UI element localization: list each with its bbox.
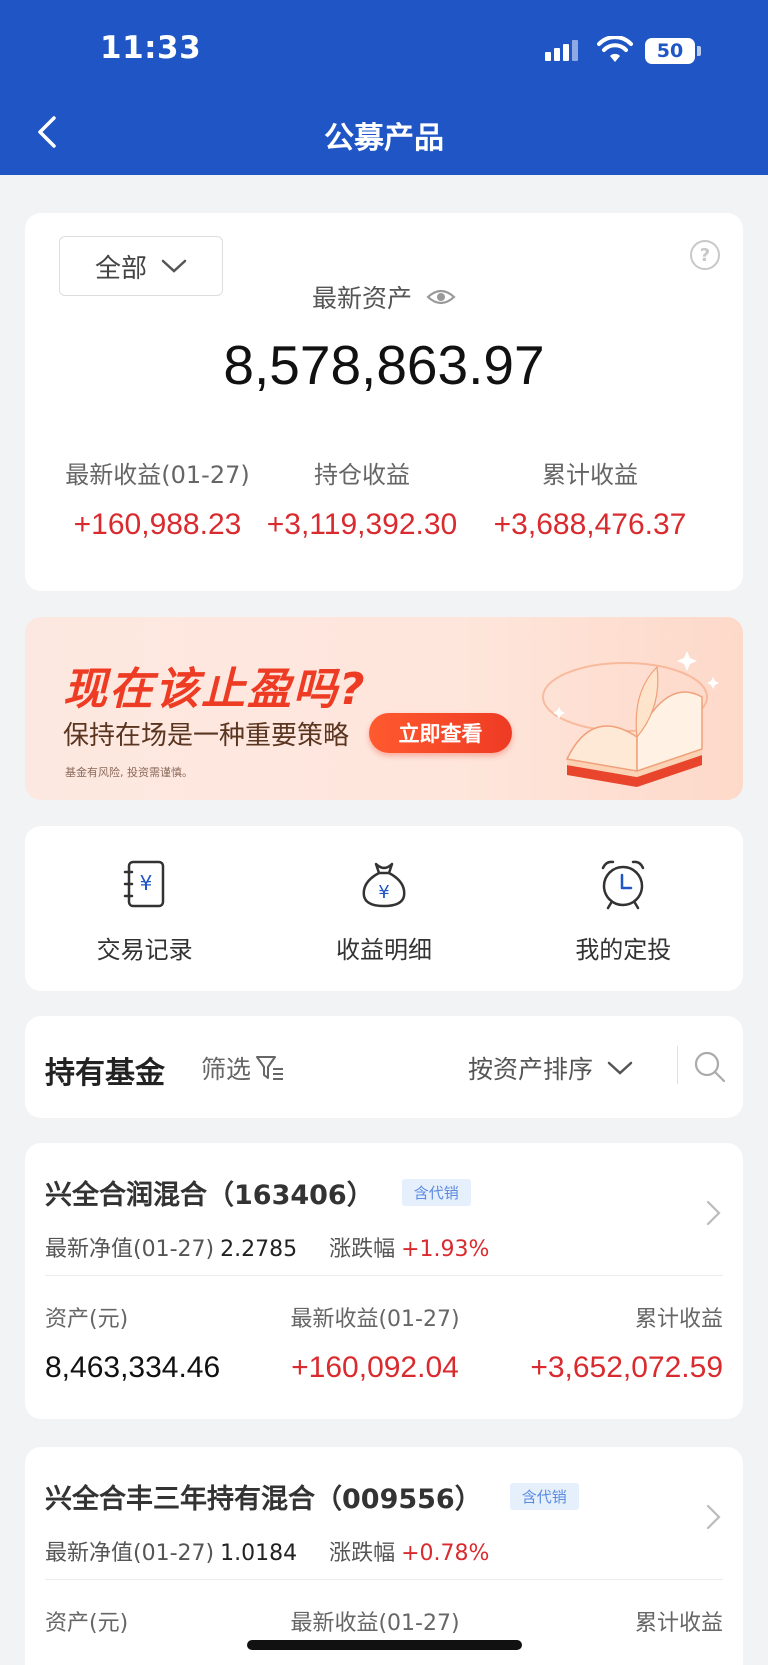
fund-tag: 含代销 [509, 1483, 579, 1510]
fund-asset-col: 资产(元) 8,463,334.46 [45, 1301, 220, 1385]
shortcut-label: 交易记录 [96, 936, 193, 964]
filter-label: 筛选 [201, 1055, 252, 1084]
stat-value: +160,988.23 [73, 508, 242, 541]
svg-text:¥: ¥ [139, 871, 152, 895]
fund-name-row: 兴全合丰三年持有混合（009556） 含代销 [45, 1477, 579, 1516]
stat-value: +3,119,392.30 [266, 508, 458, 541]
daily-label: 最新收益(01-27) [290, 1307, 460, 1332]
total-label: 累计收益 [634, 1611, 723, 1636]
fund-name: 兴全合润混合（163406） [45, 1180, 374, 1211]
fund-name: 兴全合丰三年持有混合（009556） [45, 1484, 482, 1515]
nav-label: 最新净值(01-27) [45, 1237, 215, 1262]
fund-total-col: 累计收益 [635, 1605, 723, 1637]
total-label: 累计收益 [634, 1307, 723, 1332]
stat-latest-earnings: 最新收益(01-27) +160,988.23 [50, 455, 265, 542]
nav-label: 最新净值(01-27) [45, 1541, 215, 1566]
promo-banner[interactable]: 现在该止盈吗? 保持在场是一种重要策略 立即查看 基金有风险, 投资需谨慎。 [25, 617, 743, 800]
page-title: 公募产品 [324, 121, 444, 156]
help-icon[interactable]: ? [690, 240, 720, 270]
cellular-signal-icon [545, 40, 578, 61]
fund-meta: 最新净值(01-27) 1.0184 涨跌幅 +0.78% [45, 1535, 489, 1567]
total-value: +3,652,072.59 [530, 1351, 723, 1384]
fund-card[interactable]: 兴全合丰三年持有混合（009556） 含代销 最新净值(01-27) 1.0184… [25, 1447, 743, 1665]
nav-value: 2.2785 [220, 1237, 298, 1262]
fund-meta: 最新净值(01-27) 2.2785 涨跌幅 +1.93% [45, 1231, 489, 1263]
asset-label: 资产(元) [45, 1611, 129, 1636]
eye-icon[interactable] [426, 287, 456, 307]
ledger-yuan-icon: ¥ [123, 860, 164, 908]
asset-label: 资产(元) [45, 1307, 129, 1332]
search-icon[interactable] [693, 1050, 727, 1084]
battery-cap [697, 46, 701, 56]
divider [45, 1579, 723, 1580]
holdings-toolbar: 持有基金 筛选 按资产排序 [25, 1016, 743, 1118]
banner-title: 现在该止盈吗? [63, 664, 367, 715]
daily-label: 最新收益(01-27) [290, 1611, 460, 1636]
money-bag-yuan-icon: ¥ [362, 862, 406, 908]
change-value: +0.78% [401, 1541, 490, 1566]
shortcut-row: ¥ 交易记录 ¥ 收益明细 我的定投 [25, 826, 743, 991]
wifi-icon [597, 36, 633, 62]
divider [677, 1046, 678, 1084]
fund-name-row: 兴全合润混合（163406） 含代销 [45, 1173, 471, 1212]
daily-value: +160,092.04 [291, 1351, 459, 1384]
chevron-right-icon [706, 1504, 721, 1530]
svg-text:¥: ¥ [378, 882, 389, 903]
home-indicator [247, 1640, 522, 1650]
chevron-right-icon [706, 1200, 721, 1226]
shortcut-my-auto-invest[interactable]: 我的定投 [504, 826, 743, 991]
change-label: 涨跌幅 [329, 1541, 396, 1566]
fund-tag: 含代销 [401, 1179, 471, 1206]
shortcut-transaction-records[interactable]: ¥ 交易记录 [25, 826, 264, 991]
sort-dropdown[interactable]: 按资产排序 [468, 1050, 633, 1086]
shortcut-earnings-details[interactable]: ¥ 收益明细 [264, 826, 503, 991]
asset-label: 最新资产 [311, 284, 412, 313]
asset-label-row: 最新资产 [25, 279, 743, 315]
fund-total-col: 累计收益 +3,652,072.59 [530, 1301, 723, 1385]
filter-funnel-icon [256, 1056, 284, 1080]
holdings-title: 持有基金 [45, 1056, 165, 1091]
chevron-down-icon [161, 259, 187, 273]
change-value: +1.93% [401, 1237, 490, 1262]
battery-icon: 50 [645, 38, 695, 64]
stat-label: 最新收益(01-27) [65, 461, 250, 489]
chevron-down-icon [607, 1061, 633, 1075]
stat-label: 累计收益 [542, 461, 638, 489]
fund-daily-col: 最新收益(01-27) [275, 1605, 475, 1637]
stat-holding-earnings: 持仓收益 +3,119,392.30 [262, 455, 462, 542]
asset-summary-card: 全部 ? 最新资产 8,578,863.97 最新收益(01-27) +160,… [25, 213, 743, 591]
fund-asset-col: 资产(元) [45, 1605, 128, 1637]
stat-label: 持仓收益 [314, 461, 410, 489]
fund-card[interactable]: 兴全合润混合（163406） 含代销 最新净值(01-27) 2.2785 涨跌幅… [25, 1143, 743, 1419]
banner-view-button[interactable]: 立即查看 [369, 713, 512, 753]
shortcut-label: 收益明细 [335, 936, 432, 964]
alarm-clock-icon [602, 860, 645, 910]
sort-label: 按资产排序 [468, 1055, 594, 1084]
fund-daily-col: 最新收益(01-27) +160,092.04 [275, 1301, 475, 1385]
divider [45, 1275, 723, 1276]
filter-button[interactable]: 筛选 [201, 1050, 285, 1086]
stat-cumulative-earnings: 累计收益 +3,688,476.37 [480, 455, 700, 542]
app-header: 11:33 50 公募产品 [0, 0, 768, 175]
change-label: 涨跌幅 [329, 1237, 396, 1262]
open-book-icon [542, 651, 719, 787]
shortcut-label: 我的定投 [575, 936, 672, 964]
banner-risk-note: 基金有风险, 投资需谨慎。 [65, 766, 193, 779]
nav-value: 1.0184 [220, 1541, 298, 1566]
stat-value: +3,688,476.37 [493, 508, 687, 541]
asset-value: 8,463,334.46 [45, 1351, 221, 1384]
banner-subtitle: 保持在场是一种重要策略 [63, 721, 350, 751]
asset-value: 8,578,863.97 [223, 334, 545, 396]
status-time: 11:33 [100, 30, 202, 66]
